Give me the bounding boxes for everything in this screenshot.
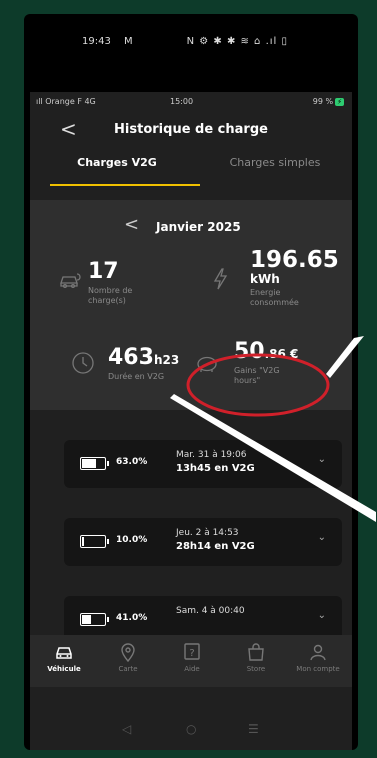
energy-label-1: Energie	[250, 288, 281, 297]
phone-frame: 19:43 M N ⚙ ✱ ✱ ≋ ⌂ .ıl ▯ ıll Orange F 4…	[24, 14, 358, 750]
tab-charges-simples[interactable]: Charges simples	[200, 156, 350, 169]
charges-count-label-2: charge(s)	[88, 296, 126, 305]
car-charging-icon	[60, 273, 81, 288]
energy-label-2: consommée	[250, 298, 299, 307]
month-label: Janvier 2025	[156, 220, 241, 234]
duration-stat: 463h23 Durée en V2G	[108, 346, 179, 382]
gains-label-2: hours"	[234, 376, 261, 385]
battery-status: 99 % ⚡	[312, 97, 344, 106]
header: < Historique de charge	[30, 118, 352, 146]
previous-month-button[interactable]: <	[124, 214, 139, 235]
tab-carte[interactable]: Carte	[98, 641, 158, 673]
charges-count: 17	[88, 259, 119, 284]
map-pin-icon	[121, 643, 135, 663]
gains-unit: .86 €	[264, 347, 299, 361]
battery-icon	[80, 457, 109, 470]
tab-aide[interactable]: ? Aide	[162, 641, 222, 673]
battery-fill	[82, 537, 84, 546]
charge-item[interactable]: 10.0% Jeu. 2 à 14:53 28h14 en V2G ⌄	[64, 518, 342, 566]
charges-count-stat: 17 Nombre de charge(s)	[88, 260, 132, 306]
status-icons: N ⚙ ✱ ✱ ≋ ⌂ .ıl ▯	[186, 36, 288, 47]
battery-icon	[80, 535, 109, 548]
tab-store[interactable]: Store	[226, 641, 286, 673]
battery-icon	[80, 613, 109, 626]
duration-unit: h23	[153, 353, 180, 367]
charge-date: Jeu. 2 à 14:53	[176, 528, 239, 538]
bag-icon	[248, 643, 264, 661]
nav-back-button[interactable]: ◁	[122, 722, 131, 736]
battery-fill	[82, 459, 96, 468]
month-selector: < Janvier 2025	[30, 214, 352, 238]
svg-text:?: ?	[189, 648, 194, 659]
carrier: ıll Orange F 4G	[36, 97, 96, 106]
energy-unit: kWh	[250, 272, 280, 286]
mail-icon: M	[124, 36, 133, 47]
charge-percent: 63.0%	[116, 457, 148, 467]
status-bar: ıll Orange F 4G 15:00 99 % ⚡	[30, 92, 352, 110]
charge-percent: 41.0%	[116, 613, 148, 623]
help-icon: ?	[184, 643, 200, 660]
gains-value: 50	[234, 339, 265, 364]
tabs: Charges V2G Charges simples	[30, 156, 352, 186]
system-nav-bar: ◁ ○ ☰	[30, 714, 352, 750]
tab-mon-compte[interactable]: Mon compte	[288, 641, 348, 673]
charge-item[interactable]: 63.0% Mar. 31 à 19:06 13h45 en V2G ⌄	[64, 440, 342, 488]
charges-count-label-1: Nombre de	[88, 286, 133, 295]
gains-label-1: Gains "V2G	[234, 366, 280, 375]
lightning-icon	[213, 268, 228, 290]
outer-status-bar: 19:43 M N ⚙ ✱ ✱ ≋ ⌂ .ıl ▯	[24, 14, 358, 62]
charge-percent: 10.0%	[116, 535, 148, 545]
energy-stat: 196.65 kWh Energie consommée	[250, 248, 339, 308]
stats-panel: < Janvier 2025 17 Nombre de charge(s) 19…	[30, 200, 352, 410]
battery-fill	[82, 615, 91, 624]
gains-stat: 50.86 € Gains "V2G hours"	[234, 340, 298, 386]
tab-charges-v2g[interactable]: Charges V2G	[42, 156, 192, 169]
app-screen: ıll Orange F 4G 15:00 99 % ⚡ < Historique…	[30, 92, 352, 750]
active-tab-indicator	[50, 184, 200, 186]
chevron-down-icon[interactable]: ⌄	[318, 532, 326, 543]
charge-date: Sam. 4 à 00:40	[176, 606, 245, 616]
nav-recent-button[interactable]: ☰	[248, 722, 259, 736]
charge-date: Mar. 31 à 19:06	[176, 450, 247, 460]
energy-value: 196.65	[250, 247, 339, 273]
piggy-bank-icon	[197, 356, 219, 372]
chevron-down-icon[interactable]: ⌄	[318, 454, 326, 465]
clock-icon	[72, 352, 94, 374]
chevron-down-icon[interactable]: ⌄	[318, 610, 326, 621]
user-icon	[310, 644, 326, 661]
duration-value: 463	[108, 345, 154, 370]
duration-label: Durée en V2G	[108, 372, 165, 381]
outer-time: 19:43	[82, 36, 111, 47]
charging-badge: ⚡	[335, 98, 344, 106]
charge-duration: 28h14 en V2G	[176, 541, 255, 552]
status-time: 15:00	[170, 97, 194, 106]
car-icon	[56, 647, 72, 659]
tab-vehicule[interactable]: Véhicule	[34, 641, 94, 673]
page-title: Historique de charge	[114, 122, 268, 137]
charge-duration: 13h45 en V2G	[176, 463, 255, 474]
nav-home-button[interactable]: ○	[186, 722, 196, 736]
bottom-tab-bar: Véhicule Carte ? Aide Store Mon compte	[30, 635, 352, 687]
